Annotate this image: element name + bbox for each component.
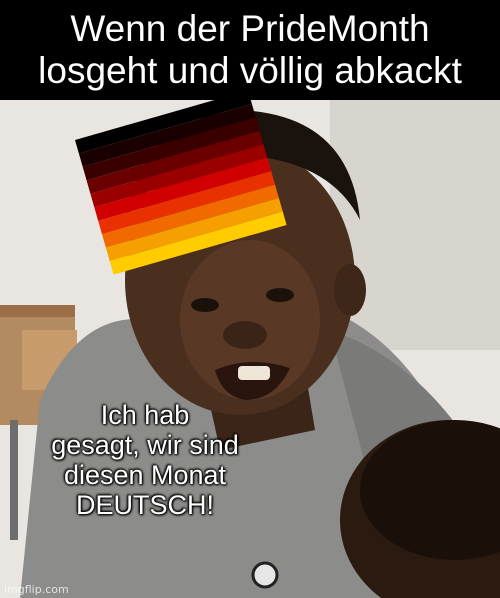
top-caption: Wenn der PrideMonth losgeht und völlig a… [0, 0, 500, 100]
wristwatch [251, 561, 279, 589]
ear [334, 264, 366, 316]
desk-edge [0, 305, 75, 317]
imgflip-watermark: imgflip.com [4, 583, 69, 596]
overlay-caption-line-1: Ich hab [100, 400, 190, 430]
overlay-caption-line-4: DEUTSCH! [75, 490, 214, 520]
teeth [238, 366, 270, 380]
overlay-caption-line-3: diesen Monat [63, 460, 227, 490]
meme-photo [0, 100, 500, 598]
overlay-caption-line-2: gesagt, wir sind [51, 430, 239, 460]
nose [223, 321, 267, 349]
top-caption-line-1: Wenn der PrideMonth [70, 8, 430, 49]
meme-image: Wenn der PrideMonth losgeht und völlig a… [0, 0, 500, 598]
left-eye [191, 298, 219, 312]
overlay-caption: Ich hab gesagt, wir sind diesen Monat DE… [10, 400, 280, 520]
right-eye [266, 288, 294, 302]
top-caption-line-2: losgeht und völlig abkackt [38, 50, 462, 91]
